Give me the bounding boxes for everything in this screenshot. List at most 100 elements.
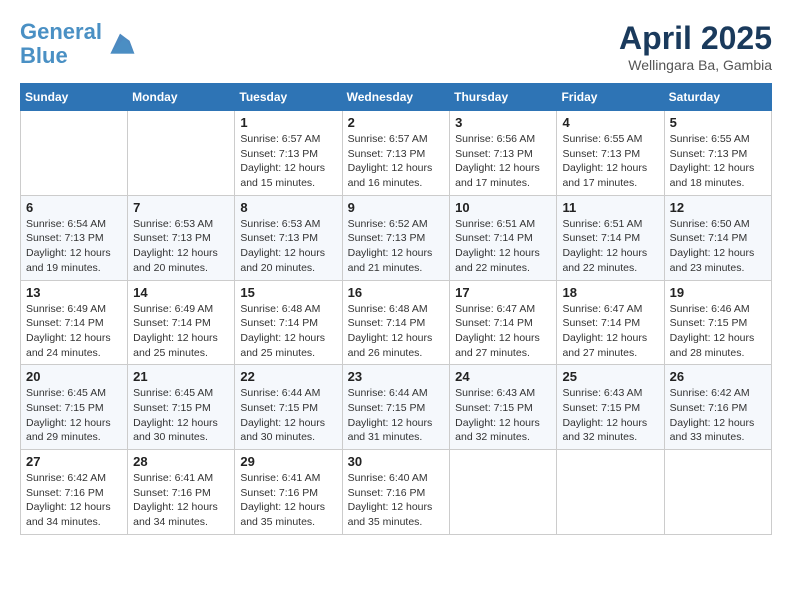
calendar-cell [557, 450, 664, 535]
calendar-cell: 12Sunrise: 6:50 AM Sunset: 7:14 PM Dayli… [664, 195, 771, 280]
day-info: Sunrise: 6:48 AM Sunset: 7:14 PM Dayligh… [348, 302, 445, 361]
logo-text: General Blue [20, 20, 102, 68]
calendar-cell [664, 450, 771, 535]
page-header: General Blue April 2025 Wellingara Ba, G… [20, 20, 772, 73]
logo-icon [104, 28, 136, 60]
calendar-cell: 16Sunrise: 6:48 AM Sunset: 7:14 PM Dayli… [342, 280, 450, 365]
day-number: 13 [26, 285, 122, 300]
day-info: Sunrise: 6:53 AM Sunset: 7:13 PM Dayligh… [133, 217, 229, 276]
calendar-cell: 1 Sunrise: 6:57 AM Sunset: 7:13 PM Daylig… [235, 111, 342, 196]
calendar-cell: 8 Sunrise: 6:53 AM Sunset: 7:13 PM Daylig… [235, 195, 342, 280]
calendar-cell: 25Sunrise: 6:43 AM Sunset: 7:15 PM Dayli… [557, 365, 664, 450]
day-info: Sunrise: 6:44 AM Sunset: 7:15 PM Dayligh… [348, 386, 445, 445]
weekday-header: Friday [557, 84, 664, 111]
day-info: Sunrise: 6:43 AM Sunset: 7:15 PM Dayligh… [562, 386, 658, 445]
day-info: Sunrise: 6:53 AM Sunset: 7:13 PM Dayligh… [240, 217, 336, 276]
day-info: Sunrise: 6:56 AM Sunset: 7:13 PM Dayligh… [455, 132, 551, 191]
calendar-cell: 9 Sunrise: 6:52 AM Sunset: 7:13 PM Daylig… [342, 195, 450, 280]
day-info: Sunrise: 6:45 AM Sunset: 7:15 PM Dayligh… [26, 386, 122, 445]
day-number: 22 [240, 369, 336, 384]
day-info: Sunrise: 6:43 AM Sunset: 7:15 PM Dayligh… [455, 386, 551, 445]
day-number: 4 [562, 115, 658, 130]
day-number: 10 [455, 200, 551, 215]
day-info: Sunrise: 6:42 AM Sunset: 7:16 PM Dayligh… [26, 471, 122, 530]
calendar-cell: 14 Sunrise: 6:49 AM Sunset: 7:14 PM Dayli… [128, 280, 235, 365]
day-info: Sunrise: 6:55 AM Sunset: 7:13 PM Dayligh… [562, 132, 658, 191]
calendar-cell: 26 Sunrise: 6:42 AM Sunset: 7:16 PM Dayli… [664, 365, 771, 450]
calendar-cell: 22 Sunrise: 6:44 AM Sunset: 7:15 PM Dayli… [235, 365, 342, 450]
day-number: 1 [240, 115, 336, 130]
day-number: 26 [670, 369, 766, 384]
calendar-cell: 23 Sunrise: 6:44 AM Sunset: 7:15 PM Dayli… [342, 365, 450, 450]
day-info: Sunrise: 6:44 AM Sunset: 7:15 PM Dayligh… [240, 386, 336, 445]
calendar-cell: 29 Sunrise: 6:41 AM Sunset: 7:16 PM Dayli… [235, 450, 342, 535]
day-number: 9 [348, 200, 445, 215]
day-number: 27 [26, 454, 122, 469]
day-number: 15 [240, 285, 336, 300]
day-info: Sunrise: 6:49 AM Sunset: 7:14 PM Dayligh… [26, 302, 122, 361]
day-info: Sunrise: 6:51 AM Sunset: 7:14 PM Dayligh… [455, 217, 551, 276]
day-info: Sunrise: 6:54 AM Sunset: 7:13 PM Dayligh… [26, 217, 122, 276]
day-info: Sunrise: 6:55 AM Sunset: 7:13 PM Dayligh… [670, 132, 766, 191]
weekday-header: Sunday [21, 84, 128, 111]
calendar-cell: 5Sunrise: 6:55 AM Sunset: 7:13 PM Daylig… [664, 111, 771, 196]
calendar-cell: 27 Sunrise: 6:42 AM Sunset: 7:16 PM Dayli… [21, 450, 128, 535]
calendar-cell [128, 111, 235, 196]
day-info: Sunrise: 6:41 AM Sunset: 7:16 PM Dayligh… [240, 471, 336, 530]
day-info: Sunrise: 6:57 AM Sunset: 7:13 PM Dayligh… [348, 132, 445, 191]
weekday-header: Wednesday [342, 84, 450, 111]
month-year: April 2025 [619, 20, 772, 57]
title-block: April 2025 Wellingara Ba, Gambia [619, 20, 772, 73]
logo-line2: Blue [20, 43, 68, 68]
calendar-cell: 28 Sunrise: 6:41 AM Sunset: 7:16 PM Dayli… [128, 450, 235, 535]
day-number: 19 [670, 285, 766, 300]
calendar-cell [21, 111, 128, 196]
calendar-week-row: 6Sunrise: 6:54 AM Sunset: 7:13 PM Daylig… [21, 195, 772, 280]
day-number: 2 [348, 115, 445, 130]
day-info: Sunrise: 6:51 AM Sunset: 7:14 PM Dayligh… [562, 217, 658, 276]
day-number: 8 [240, 200, 336, 215]
day-info: Sunrise: 6:48 AM Sunset: 7:14 PM Dayligh… [240, 302, 336, 361]
calendar-cell: 10 Sunrise: 6:51 AM Sunset: 7:14 PM Dayli… [450, 195, 557, 280]
day-number: 20 [26, 369, 122, 384]
day-number: 21 [133, 369, 229, 384]
calendar-cell: 4 Sunrise: 6:55 AM Sunset: 7:13 PM Daylig… [557, 111, 664, 196]
day-number: 7 [133, 200, 229, 215]
day-number: 11 [562, 200, 658, 215]
day-number: 14 [133, 285, 229, 300]
calendar-cell: 13 Sunrise: 6:49 AM Sunset: 7:14 PM Dayli… [21, 280, 128, 365]
calendar-cell: 17 Sunrise: 6:47 AM Sunset: 7:14 PM Dayli… [450, 280, 557, 365]
calendar-cell: 11 Sunrise: 6:51 AM Sunset: 7:14 PM Dayli… [557, 195, 664, 280]
calendar-week-row: 27 Sunrise: 6:42 AM Sunset: 7:16 PM Dayli… [21, 450, 772, 535]
day-info: Sunrise: 6:46 AM Sunset: 7:15 PM Dayligh… [670, 302, 766, 361]
calendar-cell: 2 Sunrise: 6:57 AM Sunset: 7:13 PM Daylig… [342, 111, 450, 196]
weekday-header: Monday [128, 84, 235, 111]
day-number: 3 [455, 115, 551, 130]
logo: General Blue [20, 20, 136, 68]
day-number: 17 [455, 285, 551, 300]
day-info: Sunrise: 6:42 AM Sunset: 7:16 PM Dayligh… [670, 386, 766, 445]
day-info: Sunrise: 6:47 AM Sunset: 7:14 PM Dayligh… [562, 302, 658, 361]
day-info: Sunrise: 6:52 AM Sunset: 7:13 PM Dayligh… [348, 217, 445, 276]
day-number: 12 [670, 200, 766, 215]
day-number: 28 [133, 454, 229, 469]
calendar-cell: 18 Sunrise: 6:47 AM Sunset: 7:14 PM Dayli… [557, 280, 664, 365]
calendar-cell: 20 Sunrise: 6:45 AM Sunset: 7:15 PM Dayli… [21, 365, 128, 450]
calendar-cell: 3 Sunrise: 6:56 AM Sunset: 7:13 PM Daylig… [450, 111, 557, 196]
calendar-cell: 21 Sunrise: 6:45 AM Sunset: 7:15 PM Dayli… [128, 365, 235, 450]
day-number: 29 [240, 454, 336, 469]
day-info: Sunrise: 6:47 AM Sunset: 7:14 PM Dayligh… [455, 302, 551, 361]
calendar-week-row: 13 Sunrise: 6:49 AM Sunset: 7:14 PM Dayli… [21, 280, 772, 365]
calendar-week-row: 20 Sunrise: 6:45 AM Sunset: 7:15 PM Dayli… [21, 365, 772, 450]
weekday-header: Saturday [664, 84, 771, 111]
calendar-cell: 24Sunrise: 6:43 AM Sunset: 7:15 PM Dayli… [450, 365, 557, 450]
day-number: 23 [348, 369, 445, 384]
day-number: 30 [348, 454, 445, 469]
day-info: Sunrise: 6:57 AM Sunset: 7:13 PM Dayligh… [240, 132, 336, 191]
day-info: Sunrise: 6:49 AM Sunset: 7:14 PM Dayligh… [133, 302, 229, 361]
day-info: Sunrise: 6:45 AM Sunset: 7:15 PM Dayligh… [133, 386, 229, 445]
day-info: Sunrise: 6:41 AM Sunset: 7:16 PM Dayligh… [133, 471, 229, 530]
day-number: 18 [562, 285, 658, 300]
calendar-header-row: SundayMondayTuesdayWednesdayThursdayFrid… [21, 84, 772, 111]
calendar-cell [450, 450, 557, 535]
